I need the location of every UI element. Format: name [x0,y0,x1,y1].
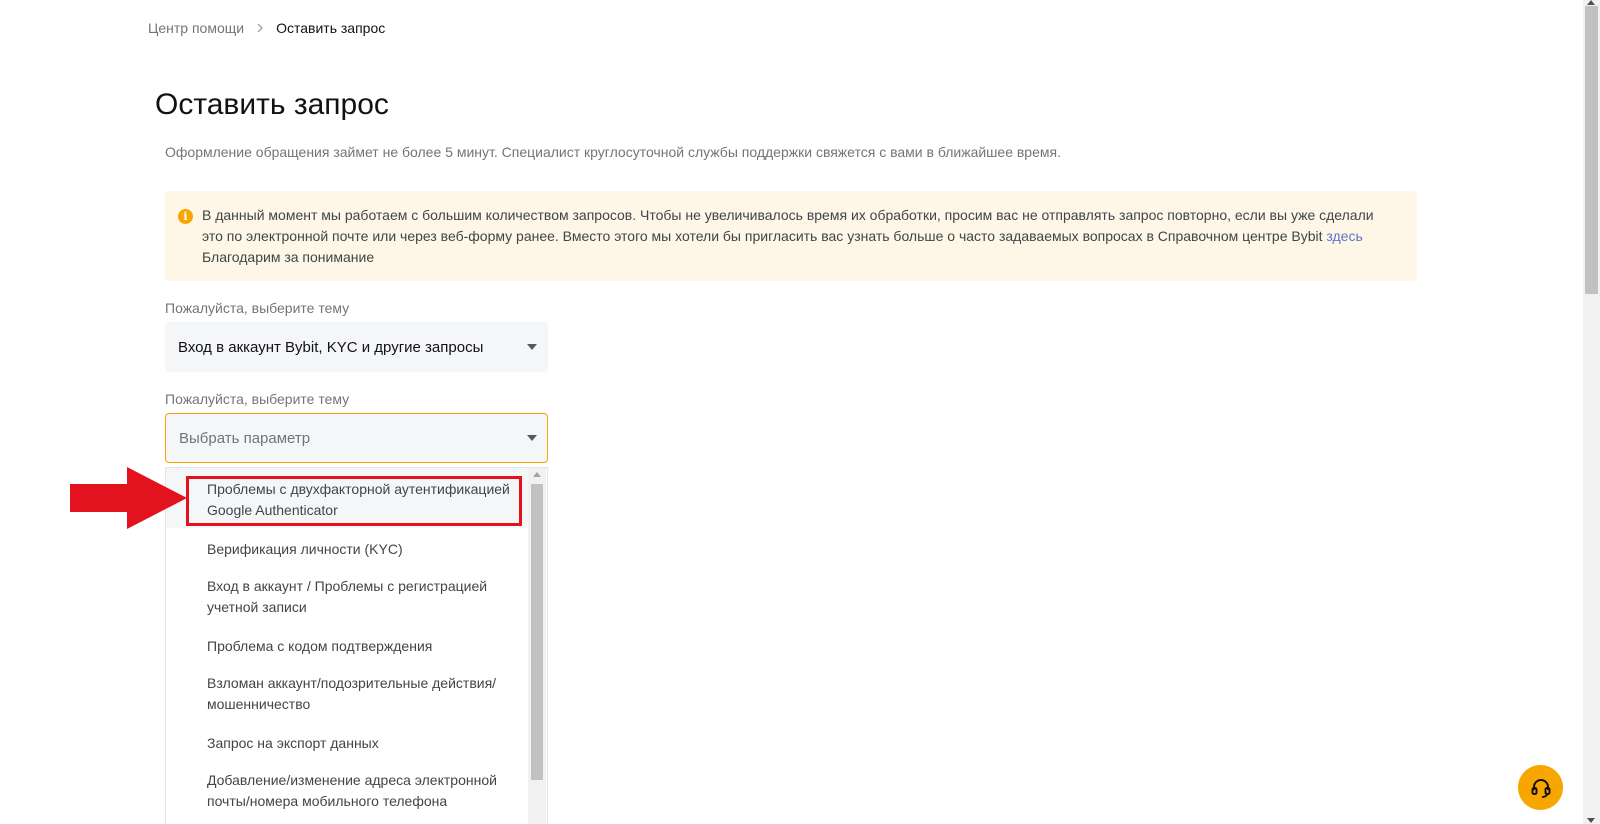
dropdown-option[interactable]: Добавление/изменение адреса электронной … [166,770,529,812]
topic-select-value: Вход в аккаунт Bybit, KYC и другие запро… [178,338,484,356]
caret-down-icon [527,344,537,350]
dropdown-option[interactable]: Запрос на экспорт данных [166,733,529,754]
scroll-up-icon[interactable] [1587,0,1595,5]
breadcrumb: Центр помощи Оставить запрос [148,20,385,36]
headset-icon [1531,778,1550,798]
notice-banner: i В данный момент мы работаем с большим … [165,191,1417,281]
page-subtitle: Оформление обращения займет не более 5 м… [165,144,1061,160]
topic-label: Пожалуйста, выберите тему [165,300,350,316]
dropdown-scrollbar-thumb[interactable] [531,484,543,780]
notice-thanks: Благодарим за понимание [202,249,375,265]
support-chat-button[interactable] [1518,765,1563,810]
scroll-down-icon[interactable] [1587,818,1595,823]
dropdown-option[interactable]: Верификация личности (KYC) [166,539,529,560]
dropdown-option[interactable]: Проблема с кодом подтверждения [166,636,529,657]
dropdown-scrollbar[interactable] [528,468,546,824]
page-title: Оставить запрос [155,88,389,121]
subtopic-select[interactable]: Выбрать параметр [165,413,548,463]
breadcrumb-current: Оставить запрос [276,20,386,36]
dropdown-option[interactable]: Вход в аккаунт / Проблемы с регистрацией… [166,576,529,618]
subtopic-label: Пожалуйста, выберите тему [165,391,350,407]
annotation-highlight-box [186,476,522,526]
dropdown-option[interactable]: Взломан аккаунт/подозрительные действия/… [166,673,529,715]
subtopic-select-placeholder: Выбрать параметр [179,429,311,447]
topic-select[interactable]: Вход в аккаунт Bybit, KYC и другие запро… [165,322,548,372]
breadcrumb-help-center[interactable]: Центр помощи [148,20,244,36]
caret-down-icon [527,435,537,441]
scroll-up-icon[interactable] [533,472,541,477]
notice-link[interactable]: здесь [1326,228,1362,244]
page-scrollbar-thumb[interactable] [1585,6,1598,294]
info-icon: i [178,209,193,224]
annotation-arrow-icon [70,467,187,529]
chevron-right-icon [256,23,264,33]
page-scrollbar[interactable] [1583,0,1600,824]
notice-text: В данный момент мы работаем с большим ко… [202,207,1374,244]
